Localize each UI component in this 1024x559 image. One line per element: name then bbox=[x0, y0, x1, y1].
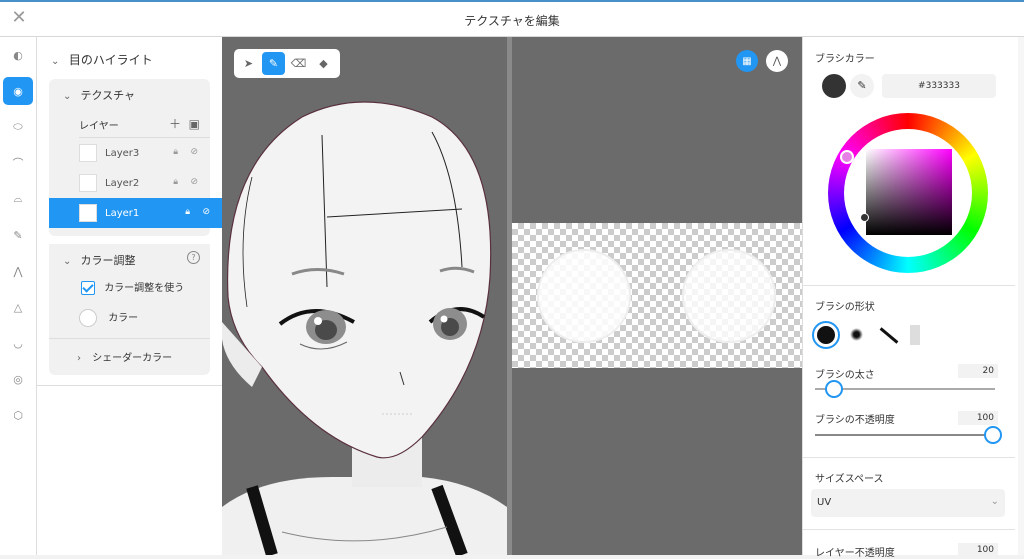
visibility-off-icon[interactable]: ⊘ bbox=[190, 177, 198, 187]
chevron-down-icon: ⌄ bbox=[63, 256, 72, 267]
eye-highlight-icon[interactable]: ◉ bbox=[3, 77, 33, 105]
hue-handle[interactable] bbox=[840, 150, 854, 164]
select-tool-icon[interactable]: ➤ bbox=[237, 52, 260, 75]
eraser-tool-icon[interactable]: ⌫ bbox=[287, 52, 310, 75]
nose-icon[interactable]: △ bbox=[3, 293, 33, 321]
title-bar: ✕ テクスチャを編集 bbox=[0, 0, 1024, 37]
ear-icon[interactable]: ◎ bbox=[3, 365, 33, 393]
texture-group-label: テクスチャ bbox=[80, 89, 136, 102]
color-adjust-header[interactable]: ⌄ カラー調整 ? bbox=[49, 244, 210, 274]
lock-icon[interactable]: 🔒︎ bbox=[173, 177, 178, 187]
brush-panel: ブラシカラー ✎ #333333 ブラシの形状 ブラシの太さ 20 ブラシの不透… bbox=[802, 37, 1024, 559]
saturation-value-square[interactable] bbox=[866, 149, 952, 235]
layer-item-layer3[interactable]: Layer3 🔒︎ ⊘ bbox=[49, 138, 210, 168]
texture-viewport[interactable]: ▦ ⋀ bbox=[512, 37, 802, 555]
brush-color-swatch[interactable] bbox=[822, 74, 846, 98]
root-group-label: 目のハイライト bbox=[68, 53, 153, 67]
layer-name: Layer1 bbox=[105, 207, 140, 219]
chevron-right-icon: › bbox=[77, 353, 81, 364]
layer-name: Layer3 bbox=[105, 147, 140, 159]
layer-item-layer2[interactable]: Layer2 🔒︎ ⊘ bbox=[49, 168, 210, 198]
texture-group-header[interactable]: ⌄ テクスチャ bbox=[49, 79, 210, 109]
color-label: カラー bbox=[108, 313, 139, 324]
texture-preview bbox=[537, 249, 776, 343]
use-color-adjust-row[interactable]: カラー調整を使う bbox=[49, 274, 210, 304]
grid-view-icon[interactable]: ▦ bbox=[736, 50, 758, 72]
lock-icon[interactable]: 🔒︎ bbox=[185, 207, 190, 217]
part-icon-bar: ◐ ◉ ⬭ ⌒ ⌓ ✎ ⋀ △ ◡ ◎ ⬡ bbox=[0, 37, 37, 555]
texture-group: ⌄ テクスチャ レイヤー ＋ ▣ Layer3 🔒︎ ⊘ Layer2 🔒︎ ⊘… bbox=[49, 79, 222, 236]
brush-opacity-label: ブラシの不透明度 bbox=[815, 415, 895, 426]
help-icon[interactable]: ? bbox=[187, 251, 200, 264]
hex-color-input[interactable]: #333333 bbox=[882, 74, 996, 98]
tool-selector: ➤ ✎ ⌫ ◆ bbox=[234, 49, 340, 78]
color-handle[interactable] bbox=[860, 213, 869, 222]
layers-panel: ⌄ 目のハイライト ⌄ テクスチャ レイヤー ＋ ▣ Layer3 🔒︎ ⊘ L… bbox=[37, 37, 222, 555]
window-title: テクスチャを編集 bbox=[464, 14, 560, 28]
brush-size-value[interactable]: 20 bbox=[958, 364, 998, 378]
brush-size-label: ブラシの太さ bbox=[815, 370, 875, 381]
chevron-down-icon: ⌄ bbox=[63, 91, 72, 102]
size-space-label: サイズスペース bbox=[815, 474, 884, 485]
panel-scrollbar[interactable] bbox=[1018, 37, 1024, 555]
brush-shape-soft[interactable] bbox=[850, 328, 863, 341]
layer-thumbnail bbox=[79, 204, 97, 222]
face-shape-icon[interactable]: ⬡ bbox=[3, 401, 33, 429]
add-layer-icon[interactable]: ＋ bbox=[169, 117, 181, 131]
pen-tool-icon[interactable]: ✎ bbox=[262, 52, 285, 75]
layers-label: レイヤー bbox=[79, 121, 119, 132]
eyedropper-part-icon[interactable]: ✎ bbox=[3, 221, 33, 249]
layer-name: Layer2 bbox=[105, 177, 140, 189]
layer-item-layer1[interactable]: Layer1 🔒︎ ⊘ bbox=[49, 198, 222, 228]
face-model bbox=[222, 101, 507, 555]
brush-shape-solid[interactable] bbox=[812, 321, 840, 349]
color-adjust-group: ⌄ カラー調整 ? カラー調整を使う カラー › シェーダーカラー bbox=[49, 236, 210, 375]
mirror-icon[interactable]: ⋀ bbox=[766, 50, 788, 72]
layer-thumbnail bbox=[79, 144, 97, 162]
brush-shape-line[interactable] bbox=[879, 327, 899, 344]
layers-row: レイヤー ＋ ▣ bbox=[49, 109, 210, 137]
color-adjust-label: カラー調整 bbox=[80, 254, 136, 267]
root-group-header[interactable]: ⌄ 目のハイライト bbox=[37, 37, 222, 79]
lock-icon[interactable]: 🔒︎ bbox=[173, 147, 178, 157]
fill-tool-icon[interactable]: ◆ bbox=[312, 52, 335, 75]
shader-color-label: シェーダーカラー bbox=[92, 353, 173, 364]
brush-opacity-slider[interactable] bbox=[815, 434, 995, 436]
chevron-down-icon: ⌄ bbox=[51, 56, 60, 67]
size-space-select[interactable]: UV ⌄ bbox=[811, 489, 1005, 517]
eyedropper-icon[interactable]: ✎ bbox=[850, 74, 874, 98]
add-image-icon[interactable]: ▣ bbox=[189, 117, 200, 131]
use-color-adjust-label: カラー調整を使う bbox=[104, 283, 185, 294]
use-color-adjust-checkbox[interactable] bbox=[81, 281, 95, 295]
brush-shape-texture[interactable] bbox=[910, 325, 920, 345]
shader-color-row[interactable]: › シェーダーカラー bbox=[49, 339, 210, 367]
eye-icon[interactable]: ⬭ bbox=[3, 113, 33, 141]
brush-color-label: ブラシカラー bbox=[815, 54, 875, 65]
eyelash-icon[interactable]: ⌓ bbox=[3, 185, 33, 213]
mouth-icon[interactable]: ◡ bbox=[3, 329, 33, 357]
visibility-off-icon[interactable]: ⊘ bbox=[202, 207, 210, 217]
model-viewport[interactable]: ➤ ✎ ⌫ ◆ bbox=[222, 37, 507, 555]
lashes-lower-icon[interactable]: ⋀ bbox=[3, 257, 33, 285]
size-space-value: UV bbox=[817, 497, 832, 508]
color-row[interactable]: カラー bbox=[49, 304, 210, 334]
head-part-icon[interactable]: ◐ bbox=[3, 41, 33, 69]
eyebrow-icon[interactable]: ⌒ bbox=[3, 149, 33, 177]
brush-shape-label: ブラシの形状 bbox=[815, 302, 875, 313]
brush-opacity-value[interactable]: 100 bbox=[958, 411, 998, 425]
layer-thumbnail bbox=[79, 174, 97, 192]
color-swatch[interactable] bbox=[79, 309, 97, 327]
visibility-off-icon[interactable]: ⊘ bbox=[190, 147, 198, 157]
brush-opacity-knob[interactable] bbox=[984, 426, 1002, 444]
brush-size-knob[interactable] bbox=[825, 380, 843, 398]
layer-opacity-label: レイヤー不透明度 bbox=[815, 548, 895, 559]
chevron-down-icon: ⌄ bbox=[990, 496, 999, 507]
